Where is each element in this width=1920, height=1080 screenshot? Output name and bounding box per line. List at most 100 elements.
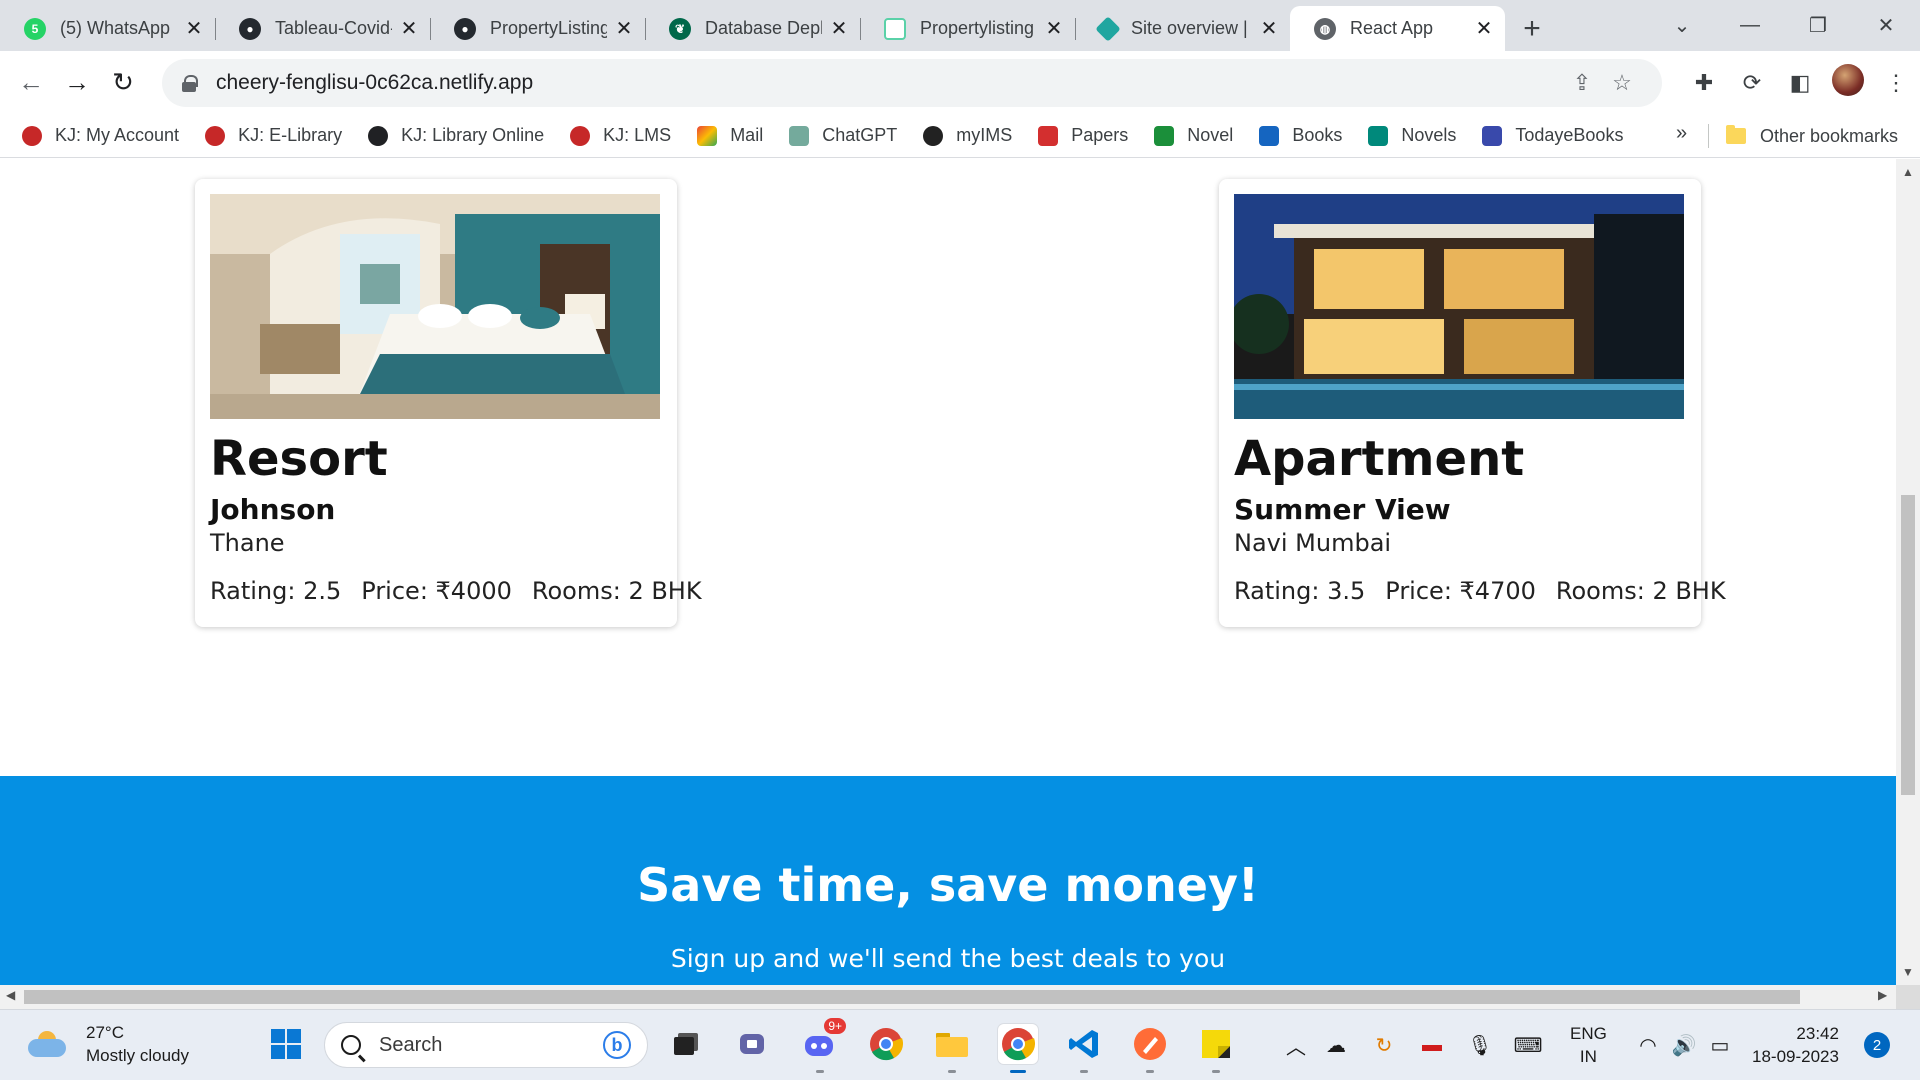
back-icon[interactable]: ← (8, 60, 54, 106)
lock-icon[interactable] (182, 75, 198, 92)
tab-search-icon[interactable]: ⌄ (1648, 13, 1716, 38)
bookmark-mail[interactable]: Mail (697, 125, 763, 146)
taskbar-search[interactable]: Search b (324, 1022, 648, 1068)
bookmark-kj-my-account[interactable]: KJ: My Account (22, 125, 179, 146)
star-icon[interactable]: ☆ (1602, 70, 1642, 96)
clock[interactable]: 23:42 18-09-2023 (1752, 1022, 1839, 1068)
postman-icon[interactable] (1130, 1024, 1170, 1073)
horizontal-scrollbar[interactable]: ◀ ▶ (0, 985, 1896, 1009)
file-explorer-icon[interactable] (932, 1024, 972, 1073)
bookmark-myims[interactable]: myIMS (923, 125, 1012, 146)
property-stats: Rating: 3.5 Price: ₹4700 Rooms: 2 BHK (1234, 577, 1726, 605)
bookmarks-overflow-button[interactable]: » (1676, 122, 1687, 145)
scrollbar-thumb[interactable] (1901, 495, 1915, 795)
teams-chat-icon[interactable] (733, 1024, 773, 1064)
page-viewport: Resort Johnson Thane Rating: 2.5 Price: … (0, 159, 1896, 985)
scrollbar-thumb[interactable] (24, 990, 1800, 1004)
bookmark-novels[interactable]: Novels (1368, 125, 1456, 146)
tab-react-app[interactable]: ◍ React App ✕ (1290, 6, 1505, 51)
scroll-right-arrow-icon[interactable]: ▶ (1878, 988, 1887, 1002)
close-icon[interactable]: ✕ (828, 18, 850, 40)
bookmark-books[interactable]: Books (1259, 125, 1342, 146)
keyboard-icon[interactable]: ⌨ (1504, 1033, 1552, 1058)
forward-icon[interactable]: → (54, 60, 100, 106)
toolbox-icon[interactable]: ▬ (1408, 1034, 1456, 1057)
network-sound-battery[interactable]: ◠ 🔊 ▭ (1630, 1010, 1738, 1080)
bookmark-papers[interactable]: Papers (1038, 125, 1128, 146)
clock-date: 18-09-2023 (1752, 1047, 1839, 1066)
bing-icon[interactable]: b (603, 1031, 631, 1059)
close-icon[interactable]: ✕ (398, 18, 420, 40)
performance-icon[interactable]: ⟳ (1728, 70, 1776, 96)
vertical-scrollbar[interactable]: ▲ ▼ (1896, 159, 1920, 985)
property-card-resort[interactable]: Resort Johnson Thane Rating: 2.5 Price: … (195, 179, 702, 627)
scroll-down-arrow-icon[interactable]: ▼ (1896, 965, 1920, 979)
tab-tableau-covid[interactable]: ● Tableau-Covid- ✕ (215, 6, 430, 51)
running-indicator (948, 1070, 956, 1073)
property-city: Thane (210, 529, 285, 557)
property-name: Summer View (1234, 493, 1451, 526)
bookmark-kj-lms[interactable]: KJ: LMS (570, 125, 671, 146)
wifi-icon: ◠ (1639, 1035, 1657, 1057)
reload-icon[interactable]: ↻ (100, 60, 146, 106)
running-indicator (1080, 1070, 1088, 1073)
onedrive-icon[interactable]: ☁ (1312, 1033, 1360, 1058)
language-indicator[interactable]: ENG IN (1570, 1022, 1607, 1068)
task-view-button[interactable] (666, 1024, 706, 1064)
property-stats: Rating: 2.5 Price: ₹4000 Rooms: 2 BHK (210, 577, 702, 605)
minimize-icon[interactable]: — (1716, 14, 1784, 37)
menu-kebab-icon[interactable]: ⋮ (1872, 70, 1920, 96)
bookmark-todayebooks[interactable]: TodayeBooks (1482, 125, 1623, 146)
mongodb-icon: ❦ (669, 17, 691, 40)
url-text[interactable]: cheery-fenglisu-0c62ca.netlify.app (216, 71, 1562, 95)
start-button[interactable] (266, 1024, 306, 1064)
close-icon[interactable]: ✕ (1043, 18, 1065, 40)
bookmarks-divider (1708, 124, 1709, 148)
close-icon[interactable]: ✕ (183, 18, 205, 40)
side-panel-icon[interactable]: ◧ (1776, 70, 1824, 96)
close-icon[interactable]: ✕ (1258, 18, 1280, 40)
notification-badge[interactable]: 2 (1864, 1032, 1890, 1058)
novel-icon (1154, 125, 1175, 146)
close-icon[interactable]: ✕ (1473, 18, 1495, 40)
chrome-active-icon[interactable] (998, 1024, 1038, 1073)
tab-site-overview[interactable]: Site overview | ✕ (1075, 6, 1290, 51)
active-indicator (1010, 1070, 1026, 1073)
discord-badge: 9+ (824, 1018, 846, 1034)
tab-propertylisting[interactable]: Propertylisting ✕ (860, 6, 1075, 51)
profile-avatar[interactable] (1824, 63, 1872, 102)
property-price: Price: ₹4000 (361, 577, 512, 605)
tab-whatsapp[interactable]: 5 (5) WhatsApp ✕ (0, 6, 215, 51)
property-card-apartment[interactable]: Apartment Summer View Navi Mumbai Rating… (1219, 179, 1726, 627)
tab-database-deployment[interactable]: ❦ Database Depl ✕ (645, 6, 860, 51)
bookmark-chatgpt[interactable]: ChatGPT (789, 125, 897, 146)
vscode-icon[interactable] (1064, 1024, 1104, 1073)
discord-icon[interactable]: 9+ (800, 1018, 846, 1073)
running-indicator (1146, 1070, 1154, 1073)
sticky-notes-icon[interactable] (1196, 1024, 1236, 1073)
other-bookmarks-folder[interactable]: Other bookmarks (1726, 114, 1898, 158)
weather-widget[interactable]: 27°C Mostly cloudy (28, 1021, 189, 1067)
other-bookmarks-label: Other bookmarks (1760, 125, 1899, 146)
microphone-icon[interactable]: 🎙 (1456, 1033, 1504, 1058)
scroll-left-arrow-icon[interactable]: ◀ (6, 988, 15, 1002)
bookmark-kj-e-library[interactable]: KJ: E-Library (205, 125, 342, 146)
bookmark-novel[interactable]: Novel (1154, 125, 1233, 146)
chevron-up-icon[interactable]: ︿ (1280, 1031, 1312, 1060)
bookmark-kj-library-online[interactable]: KJ: Library Online (368, 125, 544, 146)
windows-logo-icon (271, 1029, 301, 1059)
tab-propertylisting-github[interactable]: ● PropertyListing ✕ (430, 6, 645, 51)
share-icon[interactable]: ⇪ (1562, 70, 1602, 96)
new-tab-button[interactable]: + (1505, 6, 1559, 51)
close-icon[interactable]: ✕ (613, 18, 635, 40)
chrome-icon[interactable] (866, 1024, 906, 1064)
region-code: IN (1579, 1047, 1597, 1066)
globe-icon: ◍ (1314, 17, 1336, 40)
close-window-icon[interactable]: ✕ (1852, 13, 1920, 38)
extensions-puzzle-icon[interactable]: ✚ (1680, 70, 1728, 96)
resort-bedroom-photo (210, 194, 660, 419)
scroll-up-arrow-icon[interactable]: ▲ (1896, 165, 1920, 179)
address-bar[interactable]: cheery-fenglisu-0c62ca.netlify.app ⇪ ☆ (162, 59, 1662, 107)
sync-icon[interactable]: ↻ (1360, 1033, 1408, 1058)
restore-icon[interactable]: ❐ (1784, 13, 1852, 38)
